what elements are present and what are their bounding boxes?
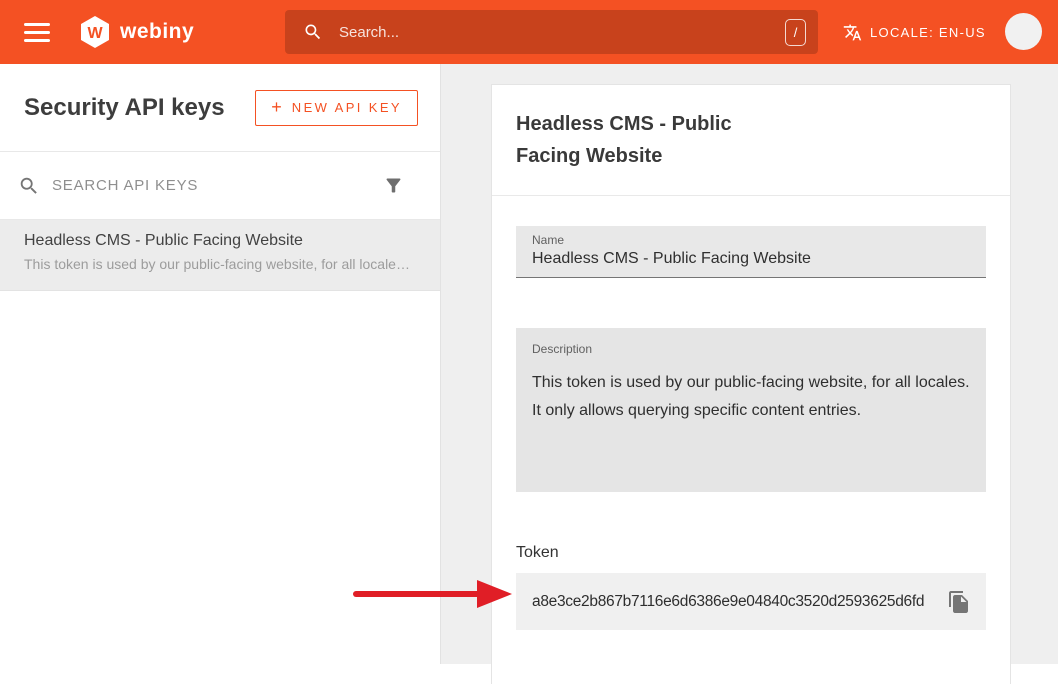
api-keys-list-panel: Security API keys + NEW API KEY Headless… <box>0 64 441 664</box>
description-field-label: Description <box>532 342 970 356</box>
page-title: Security API keys <box>24 94 225 122</box>
api-key-item-title: Headless CMS - Public Facing Website <box>24 232 416 250</box>
plus-icon: + <box>271 97 282 118</box>
api-keys-search-row <box>0 152 440 220</box>
api-key-list-item[interactable]: Headless CMS - Public Facing Website Thi… <box>0 220 440 291</box>
token-label: Token <box>516 544 986 562</box>
search-icon <box>303 22 323 42</box>
webiny-logo[interactable]: W webiny <box>78 15 194 49</box>
token-value: a8e3ce2b867b7116e6d6386e9e04840c3520d259… <box>532 593 924 611</box>
description-field[interactable]: Description This token is used by our pu… <box>516 328 986 492</box>
global-search-bar[interactable]: / <box>285 10 818 54</box>
locale-label: LOCALE: EN-US <box>870 25 986 40</box>
locale-selector[interactable]: LOCALE: EN-US <box>843 0 986 64</box>
token-section: Token a8e3ce2b867b7116e6d6386e9e04840c35… <box>516 544 986 630</box>
detail-panel: Headless CMS - Public Facing Website Nam… <box>441 64 1058 664</box>
copy-token-button[interactable] <box>947 590 971 614</box>
global-search-input[interactable] <box>339 24 785 41</box>
translate-icon <box>843 23 862 42</box>
filter-icon[interactable] <box>383 175 404 196</box>
name-field-value[interactable]: Headless CMS - Public Facing Website <box>532 250 970 268</box>
detail-card-form: Name Headless CMS - Public Facing Websit… <box>492 196 1010 630</box>
copy-icon <box>947 590 971 614</box>
hamburger-menu-icon[interactable] <box>24 23 50 42</box>
name-field[interactable]: Name Headless CMS - Public Facing Websit… <box>516 226 986 278</box>
api-key-item-description: This token is used by our public-facing … <box>24 256 416 272</box>
api-key-detail-card: Headless CMS - Public Facing Website Nam… <box>491 84 1011 684</box>
svg-text:W: W <box>87 25 103 42</box>
api-keys-search-input[interactable] <box>52 177 383 194</box>
new-api-key-button-label: NEW API KEY <box>292 100 402 115</box>
webiny-hexagon-icon: W <box>78 15 112 49</box>
user-avatar[interactable] <box>1005 13 1042 50</box>
new-api-key-button[interactable]: + NEW API KEY <box>255 90 418 126</box>
description-field-value[interactable]: This token is used by our public-facing … <box>532 369 970 425</box>
name-field-label: Name <box>532 233 970 247</box>
detail-card-title: Headless CMS - Public Facing Website <box>516 108 766 172</box>
list-panel-header: Security API keys + NEW API KEY <box>0 64 440 152</box>
top-app-bar: W webiny / LOCALE: EN-US <box>0 0 1058 64</box>
token-box: a8e3ce2b867b7116e6d6386e9e04840c3520d259… <box>516 573 986 630</box>
search-icon <box>18 175 40 197</box>
search-shortcut-key-badge: / <box>785 19 806 46</box>
detail-card-header: Headless CMS - Public Facing Website <box>492 85 1010 196</box>
webiny-wordmark: webiny <box>120 20 194 44</box>
